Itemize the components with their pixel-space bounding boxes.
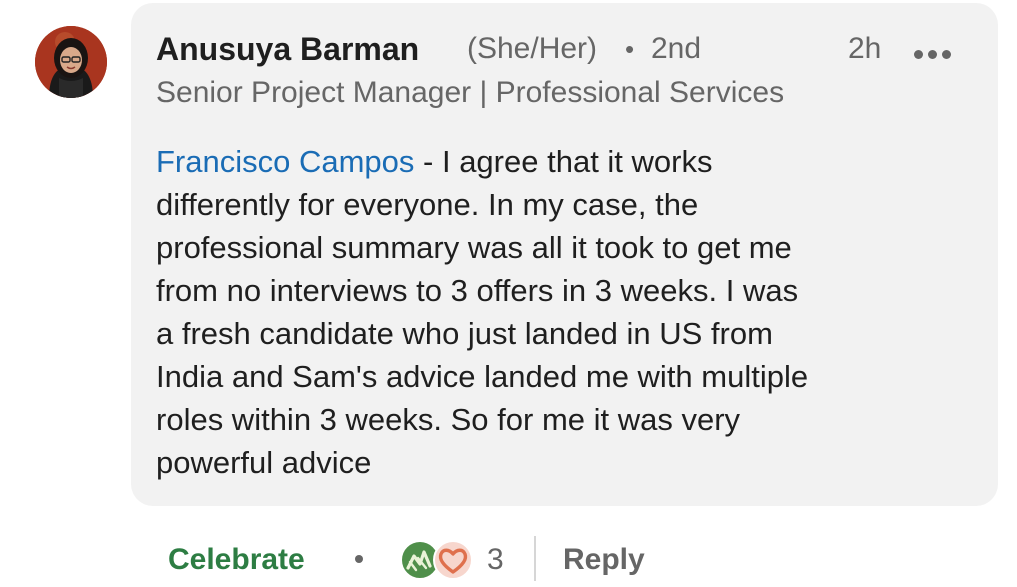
author-name[interactable]: Anusuya Barman	[156, 27, 419, 71]
degree-separator: •	[625, 34, 635, 64]
connection-degree: 2nd	[651, 32, 702, 65]
comment-time: 2h	[848, 32, 882, 65]
comment-line: differently for everyone. In my case, th…	[156, 187, 699, 222]
comment-line: India and Sam's advice landed me with mu…	[156, 359, 809, 394]
more-dot	[914, 49, 923, 59]
more-dot	[942, 49, 951, 59]
author-headline: Senior Project Manager | Professional Se…	[156, 76, 785, 109]
celebrate-button[interactable]: Celebrate	[168, 538, 305, 582]
author-pronouns: (She/Her)	[467, 32, 598, 65]
reply-button[interactable]: Reply	[563, 538, 645, 582]
action-separator	[355, 555, 363, 563]
reactions-summary[interactable]	[398, 538, 474, 582]
more-options-icon[interactable]	[914, 44, 964, 64]
mention-link[interactable]: Francisco Campos	[156, 144, 414, 179]
comment-text: Francisco Campos - I agree that it works…	[156, 140, 976, 484]
action-divider	[534, 536, 536, 581]
avatar[interactable]	[35, 26, 107, 98]
comment-line: from no interviews to 3 offers in 3 week…	[156, 273, 799, 308]
comment-line: a fresh candidate who just landed in US …	[156, 316, 773, 351]
comment-line: powerful advice	[156, 445, 372, 480]
more-dot	[928, 49, 937, 59]
comment-line: professional summary was all it took to …	[156, 230, 792, 265]
love-icon	[433, 540, 473, 580]
comment-line-text: - I agree that it works	[414, 144, 713, 179]
comment-line: roles within 3 weeks. So for me it was v…	[156, 402, 741, 437]
profile-photo-icon	[35, 26, 107, 98]
reaction-count[interactable]: 3	[487, 538, 504, 582]
comment-line: Francisco Campos - I agree that it works	[156, 140, 976, 183]
